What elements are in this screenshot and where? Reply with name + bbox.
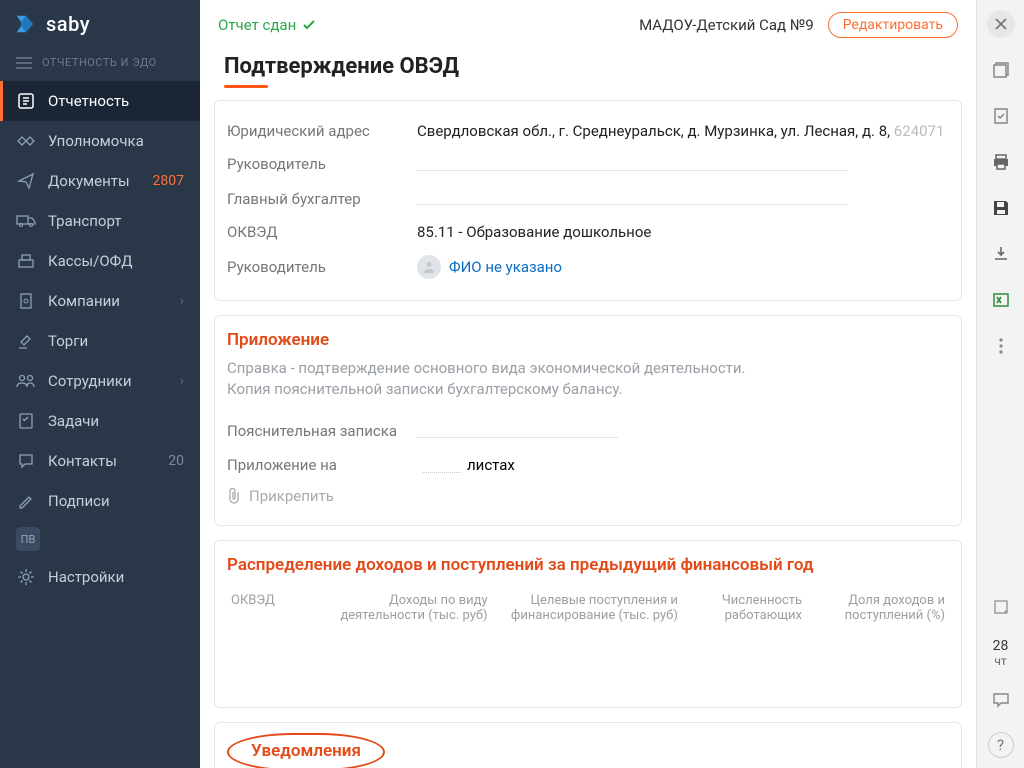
value-accountant[interactable] bbox=[417, 189, 847, 210]
checklist-icon bbox=[16, 411, 36, 431]
rail-date[interactable]: 28 чт bbox=[993, 639, 1009, 668]
value-note[interactable] bbox=[417, 421, 617, 442]
note-icon[interactable] bbox=[987, 593, 1015, 621]
appendix-desc: Справка - подтверждение основного вида э… bbox=[227, 358, 949, 400]
logo-icon bbox=[14, 13, 36, 35]
page-title: Подтверждение ОВЭД bbox=[200, 50, 976, 85]
user-avatar[interactable]: ПВ bbox=[16, 527, 40, 551]
logo-text: saby bbox=[46, 12, 90, 36]
chat-bubble-icon[interactable] bbox=[987, 686, 1015, 714]
logo[interactable]: saby bbox=[0, 0, 200, 48]
report-icon bbox=[16, 91, 36, 111]
label-accountant: Главный бухгалтер bbox=[227, 190, 417, 208]
nav-item-authorization[interactable]: Уполномочка bbox=[0, 121, 200, 161]
right-rail: 28 чт ? bbox=[976, 0, 1024, 768]
distribution-title: Распределение доходов и поступлений за п… bbox=[227, 555, 949, 575]
truck-icon bbox=[16, 211, 36, 231]
people-icon bbox=[16, 371, 36, 391]
nav-item-tasks[interactable]: Задачи bbox=[0, 401, 200, 441]
value-head2[interactable]: ФИО не указано bbox=[417, 255, 562, 279]
export-icon[interactable] bbox=[987, 240, 1015, 268]
label-address: Юридический адрес bbox=[227, 122, 417, 140]
pen-icon bbox=[16, 491, 36, 511]
nav: Отчетность Уполномочка Документы 2807 Тр… bbox=[0, 81, 200, 597]
check-doc-icon[interactable] bbox=[987, 102, 1015, 130]
nav-item-employees[interactable]: Сотрудники › bbox=[0, 361, 200, 401]
org-name: МАДОУ-Детский Сад №9 bbox=[639, 16, 814, 34]
handshake-icon bbox=[16, 131, 36, 151]
value-okved: 85.11 - Образование дошкольное bbox=[417, 223, 651, 241]
nav-item-reports[interactable]: Отчетность bbox=[0, 81, 200, 121]
annotation-circle: Уведомления bbox=[227, 733, 385, 768]
nav-item-signatures[interactable]: Подписи bbox=[0, 481, 200, 521]
label-head: Руководитель bbox=[227, 155, 417, 173]
menu-icon[interactable] bbox=[16, 57, 32, 69]
more-vert-icon[interactable] bbox=[987, 332, 1015, 360]
label-sheets: Приложение на bbox=[227, 456, 417, 474]
chevron-right-icon: › bbox=[180, 373, 184, 389]
nav-item-cash[interactable]: Кассы/ОФД bbox=[0, 241, 200, 281]
print-icon[interactable] bbox=[987, 148, 1015, 176]
window-icon[interactable] bbox=[987, 56, 1015, 84]
label-okved: ОКВЭД bbox=[227, 223, 417, 241]
person-icon bbox=[417, 255, 441, 279]
value-head[interactable] bbox=[417, 154, 847, 175]
content-scroll[interactable]: Юридический адрес Свердловская обл., г. … bbox=[200, 100, 976, 768]
nav-item-contacts[interactable]: Контакты 20 bbox=[0, 441, 200, 481]
chevron-right-icon: › bbox=[180, 293, 184, 309]
nav-item-transport[interactable]: Транспорт bbox=[0, 201, 200, 241]
nav-item-companies[interactable]: Компании › bbox=[0, 281, 200, 321]
card-distribution: Распределение доходов и поступлений за п… bbox=[214, 540, 962, 708]
table-header: ОКВЭД Доходы по виду деятельности (тыс. … bbox=[227, 583, 949, 633]
card-details: Юридический адрес Свердловская обл., г. … bbox=[214, 100, 962, 301]
title-underline bbox=[224, 85, 268, 88]
appendix-title: Приложение bbox=[227, 330, 949, 350]
excel-icon[interactable] bbox=[987, 286, 1015, 314]
cashregister-icon bbox=[16, 251, 36, 271]
send-icon bbox=[16, 171, 36, 191]
disk-icon[interactable] bbox=[987, 194, 1015, 222]
notifications-title: Уведомления bbox=[251, 741, 361, 761]
edit-button[interactable]: Редактировать bbox=[828, 12, 958, 38]
building-icon bbox=[16, 291, 36, 311]
label-note: Пояснительная записка bbox=[227, 422, 417, 440]
main: Отчет сдан МАДОУ-Детский Сад №9 Редактир… bbox=[200, 0, 976, 768]
gavel-icon bbox=[16, 331, 36, 351]
chat-icon bbox=[16, 451, 36, 471]
gear-icon bbox=[16, 567, 36, 587]
nav-item-documents[interactable]: Документы 2807 bbox=[0, 161, 200, 201]
nav-item-settings[interactable]: Настройки bbox=[0, 557, 200, 597]
close-button[interactable] bbox=[987, 10, 1015, 38]
topbar: Отчет сдан МАДОУ-Детский Сад №9 Редактир… bbox=[200, 0, 976, 50]
paperclip-icon bbox=[227, 488, 241, 504]
value-address: Свердловская обл., г. Среднеуральск, д. … bbox=[417, 122, 944, 140]
nav-item-tenders[interactable]: Торги bbox=[0, 321, 200, 361]
input-sheets[interactable] bbox=[423, 457, 461, 473]
attach-button[interactable]: Прикрепить bbox=[227, 481, 949, 511]
label-head2: Руководитель bbox=[227, 258, 417, 276]
section-label: ОТЧЕТНОСТЬ И ЭДО bbox=[0, 48, 200, 81]
sidebar: saby ОТЧЕТНОСТЬ И ЭДО Отчетность Уполном… bbox=[0, 0, 200, 768]
status-sent: Отчет сдан bbox=[218, 16, 316, 34]
card-appendix: Приложение Справка - подтверждение основ… bbox=[214, 315, 962, 526]
card-notifications: Уведомления W уведомление31.docx ✪ bbox=[214, 722, 962, 768]
help-button[interactable]: ? bbox=[988, 732, 1014, 758]
check-icon bbox=[302, 18, 316, 32]
